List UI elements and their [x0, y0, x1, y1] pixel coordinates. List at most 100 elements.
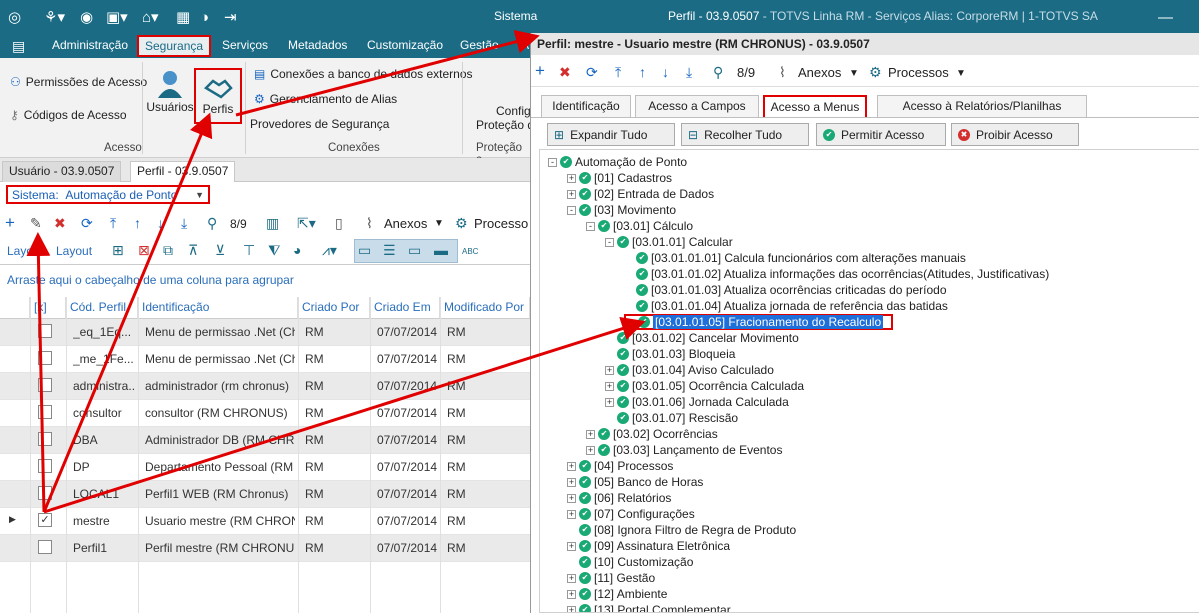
expand-node-icon[interactable]: + [567, 509, 576, 519]
tree-node[interactable]: ✔ [03.01.01.05] Fracionamento do Recalcul… [624, 314, 894, 330]
last-icon[interactable]: ⤓ [686, 64, 692, 80]
anexos-chevron-icon[interactable]: ▼ [434, 216, 444, 232]
check-circle-icon[interactable]: ✔ [617, 332, 629, 344]
tree-node[interactable]: + ✔ [03.03] Lançamento de Eventos [586, 442, 782, 458]
codigos-acesso-button[interactable]: ⚷ Códigos de Acesso [10, 108, 127, 122]
row-checkbox[interactable] [38, 486, 52, 500]
search-icon[interactable]: ⚲ [713, 64, 723, 80]
sistema-select[interactable]: Sistema: Automação de Ponto ▼ [6, 185, 210, 204]
first-icon[interactable]: ⤒ [615, 64, 621, 80]
tab-identificacao[interactable]: Identificação [541, 95, 631, 117]
recolher-tudo-button[interactable]: ⊟ Recolher Tudo [681, 123, 809, 146]
permitir-acesso-button[interactable]: ✔ Permitir Acesso [816, 123, 946, 146]
tree-node[interactable]: ✔ [03.01.01.02] Atualiza informações das … [624, 266, 1049, 282]
view-mode-3-icon[interactable]: ▭ [408, 242, 421, 258]
image-icon[interactable]: ▣▾ [106, 7, 128, 27]
menu-customizacao[interactable]: Customização [367, 38, 443, 52]
color-icon[interactable]: ◕ [293, 242, 301, 258]
tree-node[interactable]: + ✔ [01] Cadastros [567, 170, 672, 186]
row-checkbox[interactable] [38, 405, 52, 419]
check-circle-icon[interactable]: ✔ [579, 524, 591, 536]
tree-node[interactable]: + ✔ [03.01.05] Ocorrência Calculada [605, 378, 804, 394]
tree-node[interactable]: ✔ [03.01.02] Cancelar Movimento [605, 330, 799, 346]
conexoes-bd-button[interactable]: ▤ Conexões a banco de dados externos [254, 67, 473, 81]
table-row[interactable]: _me_1Fe... Menu de permissao .Net (Ch... R… [0, 346, 530, 373]
expand-node-icon[interactable]: + [586, 429, 595, 439]
column-header-modificado-por[interactable]: Modificado Por [440, 297, 530, 319]
tree-node[interactable]: + ✔ [09] Assinatura Eletrônica [567, 538, 730, 554]
grid-add-icon[interactable]: ⊞ [112, 242, 124, 258]
next-icon[interactable]: ↓ [157, 215, 164, 231]
gear-icon[interactable]: ⚙ [455, 215, 468, 231]
tree-node[interactable]: + ✔ [05] Banco de Horas [567, 474, 703, 490]
globe-icon[interactable]: ◑ [200, 7, 209, 27]
check-circle-icon[interactable]: ✔ [579, 572, 591, 584]
grid-remove-icon[interactable]: ⊠ [138, 242, 150, 258]
check-circle-icon[interactable]: ✔ [579, 188, 591, 200]
menu-seguranca[interactable]: Segurança [137, 35, 212, 57]
expand-node-icon[interactable]: + [605, 365, 614, 375]
home-icon[interactable]: ⌂▾ [142, 7, 159, 27]
check-circle-icon[interactable]: ✔ [617, 412, 629, 424]
check-circle-icon[interactable]: ✔ [617, 236, 629, 248]
tab-acesso-relatorios[interactable]: Acesso à Relatórios/Planilhas [877, 95, 1087, 117]
tab-acesso-menus[interactable]: Acesso a Menus [763, 95, 867, 117]
first-icon[interactable]: ⤒ [110, 215, 116, 231]
table-row[interactable]: LOCAL1 Perfil1 WEB (RM Chronus) RM 07/07/20… [0, 481, 530, 508]
last-icon[interactable]: ⤓ [181, 215, 187, 231]
table-row[interactable]: consultor consultor (RM CHRONUS) RM 07/07/2… [0, 400, 530, 427]
tree-node[interactable]: + ✔ [02] Entrada de Dados [567, 186, 714, 202]
table-row[interactable]: ▶ ✓ mestre Usuario mestre (RM CHRON... RM 07/… [0, 508, 530, 535]
view-mode-2-icon[interactable]: ☰ [383, 242, 396, 258]
tree-node[interactable]: + ✔ [03.01.04] Aviso Calculado [605, 362, 774, 378]
anexos-chevron-icon[interactable]: ▼ [849, 66, 859, 82]
alias-button[interactable]: ⚙ Gerenciamento de Alias [254, 92, 397, 106]
collapse-node-icon[interactable]: - [586, 221, 595, 231]
grid-down-icon[interactable]: ⊻ [215, 242, 225, 258]
row-checkbox[interactable] [38, 351, 52, 365]
row-checkbox[interactable] [38, 378, 52, 392]
tree-node[interactable]: - ✔ Automação de Ponto [548, 154, 687, 170]
check-circle-icon[interactable]: ✔ [579, 204, 591, 216]
check-circle-icon[interactable]: ✔ [579, 540, 591, 552]
column-header-criado-por[interactable]: Criado Por [298, 297, 370, 319]
check-circle-icon[interactable]: ✔ [560, 156, 572, 168]
check-circle-icon[interactable]: ✔ [636, 284, 648, 296]
check-circle-icon[interactable]: ✔ [598, 220, 610, 232]
check-circle-icon[interactable]: ✔ [579, 172, 591, 184]
column-header-criado-em[interactable]: Criado Em [370, 297, 440, 319]
edit-icon[interactable]: ✎ [30, 215, 42, 231]
search-icon[interactable]: ⚲ [207, 215, 217, 231]
expand-node-icon[interactable]: + [567, 493, 576, 503]
collapse-node-icon[interactable]: - [567, 205, 576, 215]
expand-node-icon[interactable]: + [567, 573, 576, 583]
anexos-button[interactable]: Anexos [384, 216, 427, 232]
next-icon[interactable]: ↓ [662, 64, 669, 80]
menu-administracao[interactable]: Administração [52, 38, 128, 52]
grid-icon[interactable]: ▦ [176, 7, 190, 27]
provedores-button[interactable]: Provedores de Segurança [250, 117, 389, 131]
tree-node[interactable]: ✔ [03.01.03] Bloqueia [605, 346, 735, 362]
check-circle-icon[interactable]: ✔ [579, 460, 591, 472]
usuarios-button[interactable]: Usuários [146, 68, 194, 114]
prev-icon[interactable]: ↑ [134, 215, 141, 231]
row-checkbox[interactable] [38, 540, 52, 554]
menu-toggle-icon[interactable]: ▤ [12, 38, 25, 55]
tree-node[interactable]: ✔ [03.01.01.03] Atualiza ocorrências crit… [624, 282, 947, 298]
tree-node[interactable]: ✔ [03.01.01.04] Atualiza jornada de refer… [624, 298, 948, 314]
tree-node[interactable]: ✔ [08] Ignora Filtro de Regra de Produto [567, 522, 796, 538]
tree-node[interactable]: + ✔ [04] Processos [567, 458, 673, 474]
check-circle-icon[interactable]: ✔ [617, 380, 629, 392]
check-circle-icon[interactable]: ✔ [636, 252, 648, 264]
tree-node[interactable]: - ✔ [03] Movimento [567, 202, 676, 218]
row-checkbox[interactable] [38, 324, 52, 338]
expand-node-icon[interactable]: + [605, 397, 614, 407]
delete-icon[interactable]: ✖ [54, 215, 66, 231]
check-circle-icon[interactable]: ✔ [636, 268, 648, 280]
prev-icon[interactable]: ↑ [639, 64, 646, 80]
tree-node[interactable]: - ✔ [03.01] Cálculo [586, 218, 693, 234]
tree-node[interactable]: ✔ [03.01.07] Rescisão [605, 410, 738, 426]
row-checkbox[interactable] [38, 432, 52, 446]
table-row[interactable]: Perfil1 Perfil mestre (RM CHRONUS) RM 07/07… [0, 535, 530, 562]
add-icon[interactable]: + [5, 214, 15, 231]
